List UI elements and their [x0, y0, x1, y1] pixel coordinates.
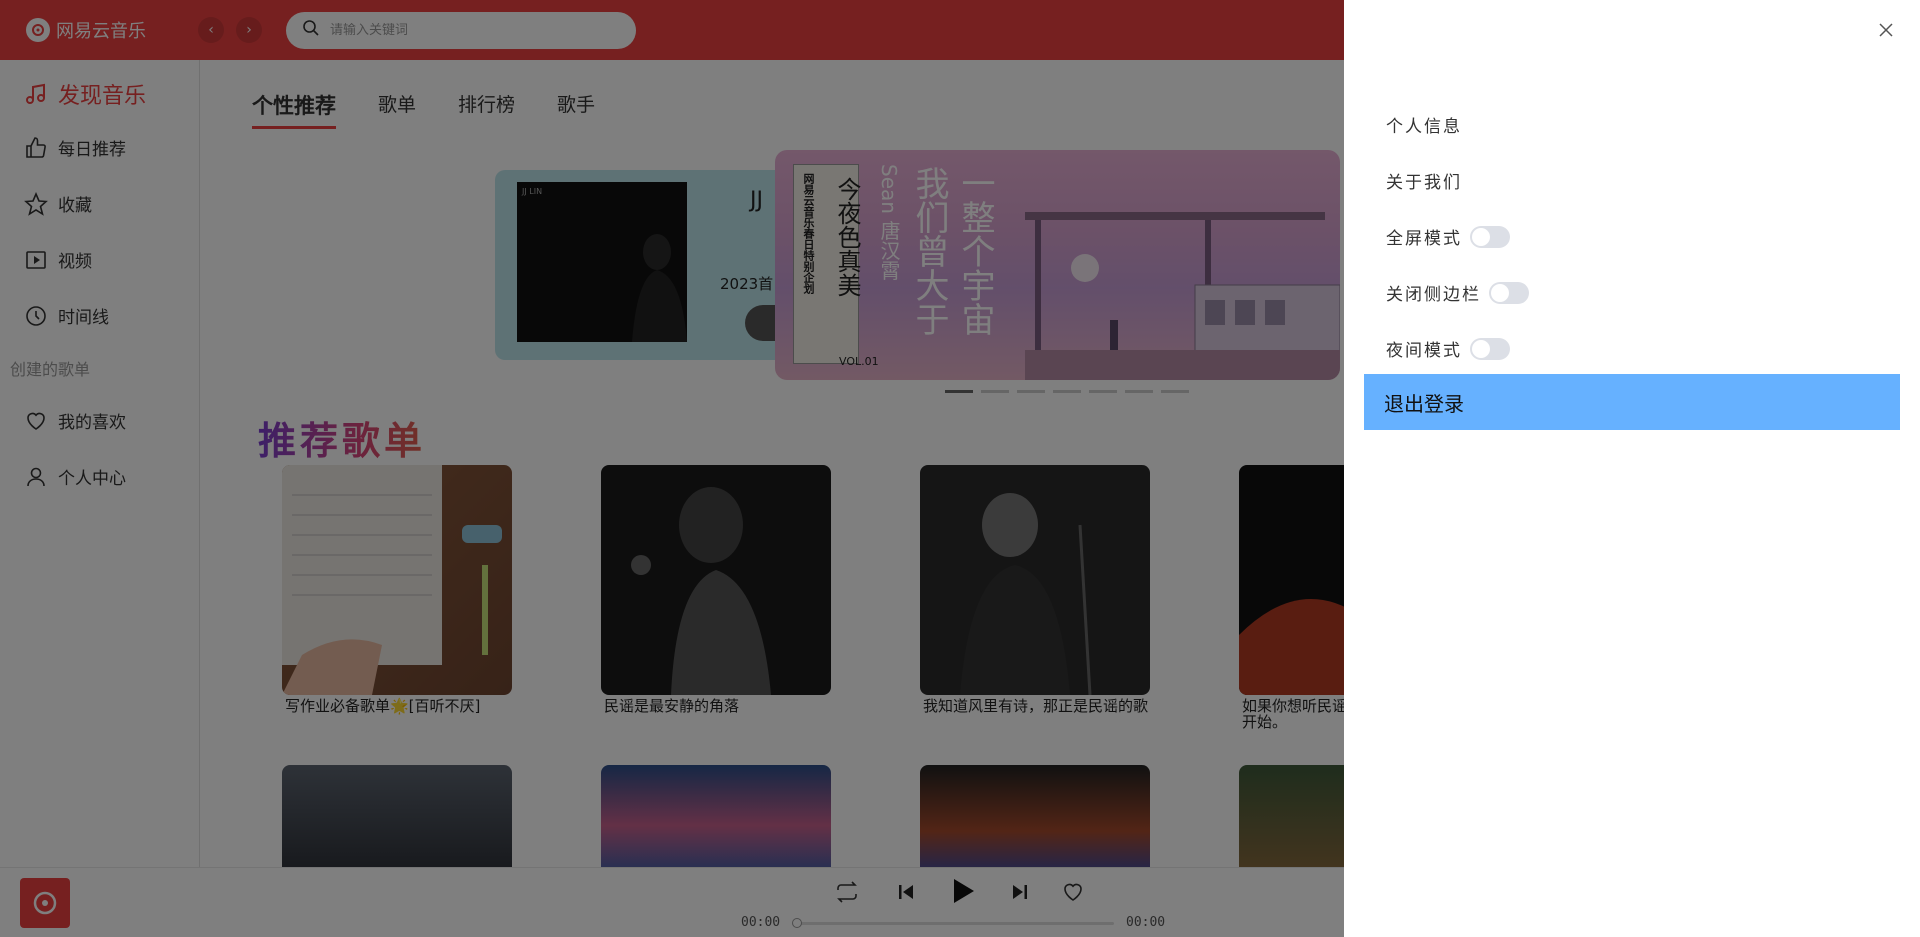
app-window: 网易云音乐 ‹ › 发现音乐 每日推荐 收藏 视频 时 [0, 0, 1920, 937]
drawer-item-label: 夜间模式 [1386, 341, 1462, 361]
drawer-item-night-mode: 夜间模式 [1386, 336, 1510, 361]
drawer-item-profile-info[interactable]: 个人信息 [1386, 112, 1462, 137]
logout-button[interactable]: 退出登录 [1364, 374, 1900, 430]
close-icon[interactable] [1876, 20, 1896, 40]
drawer-item-about[interactable]: 关于我们 [1386, 168, 1462, 193]
fullscreen-toggle[interactable] [1470, 225, 1510, 248]
drawer-item-label: 关闭侧边栏 [1386, 285, 1481, 305]
drawer-item-label: 个人信息 [1386, 117, 1462, 137]
drawer-item-close-sidebar: 关闭侧边栏 [1386, 280, 1529, 305]
night-mode-toggle[interactable] [1470, 337, 1510, 360]
close-sidebar-toggle[interactable] [1489, 281, 1529, 304]
drawer-item-label: 关于我们 [1386, 173, 1462, 193]
drawer-item-fullscreen: 全屏模式 [1386, 224, 1510, 249]
drawer-item-label: 全屏模式 [1386, 229, 1462, 249]
settings-drawer: 个人信息 关于我们 全屏模式 关闭侧边栏 夜间模式 退出登录 [1344, 0, 1920, 937]
